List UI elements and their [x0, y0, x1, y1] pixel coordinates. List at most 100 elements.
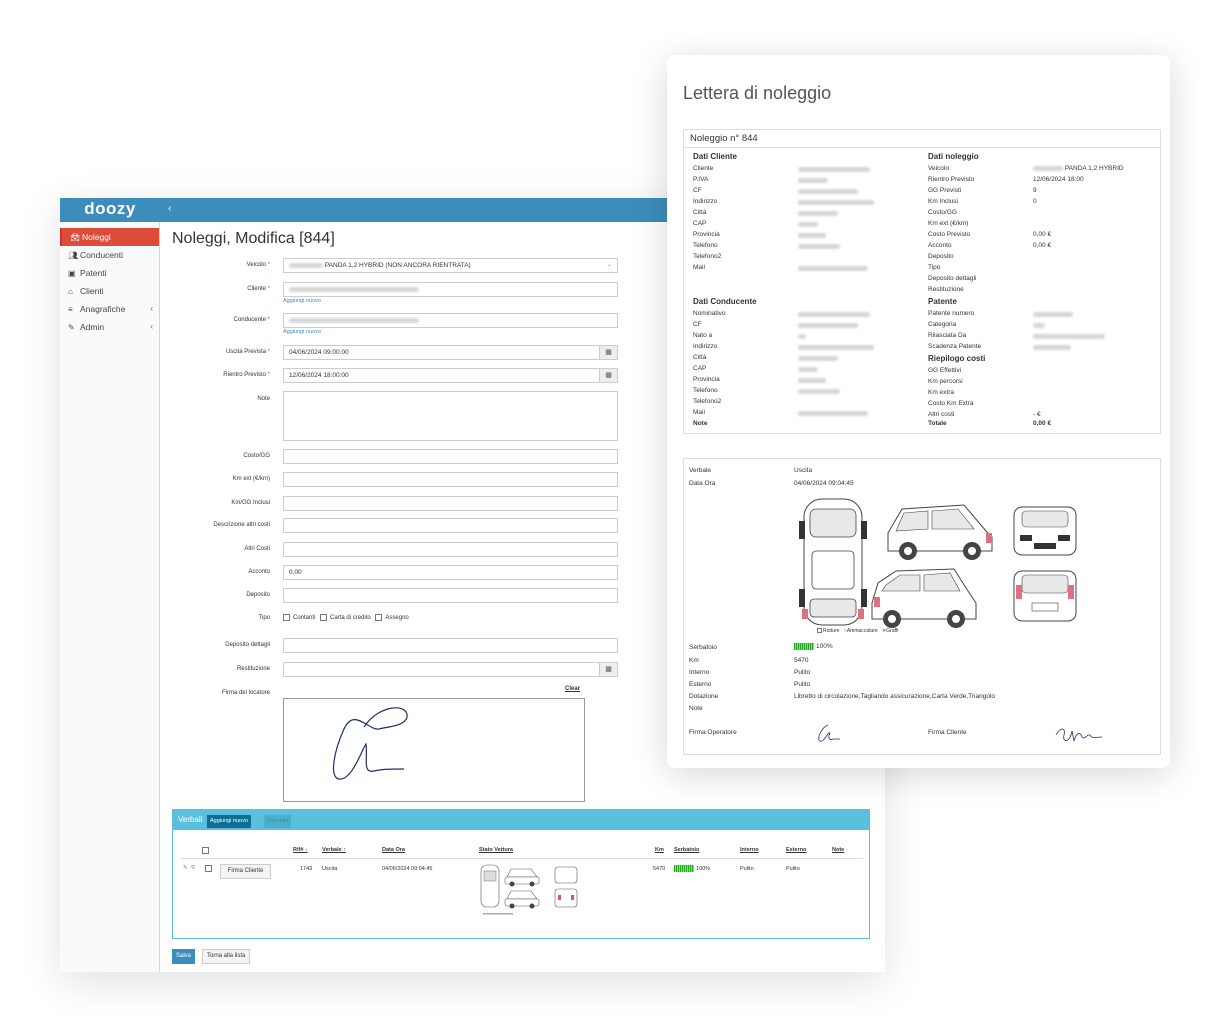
- calendar-icon[interactable]: ▦: [599, 346, 617, 359]
- km-gg-input[interactable]: [283, 496, 618, 511]
- uscita-input[interactable]: 04/06/2024 09:00:00 ▦: [283, 345, 618, 360]
- acconto-input[interactable]: 0,00: [283, 565, 618, 580]
- row-km: 5470: [653, 866, 666, 872]
- costo-gg-label: Costo/GG: [243, 453, 270, 459]
- search-icon[interactable]: ⚲: [191, 865, 195, 871]
- altri-costi-input[interactable]: [283, 542, 618, 557]
- save-button[interactable]: Salva: [172, 949, 196, 964]
- sidebar-item-admin[interactable]: ✎ Admin ‹: [60, 318, 159, 336]
- car-diagram-thumbnail[interactable]: [479, 861, 581, 916]
- screenshot-root: doozy ‹ 🚘︎ Noleggi 👥︎ Conducenti ▣ Patenti …: [0, 0, 1230, 1036]
- contanti-label: Contanti: [293, 615, 316, 622]
- col-data-ora[interactable]: Data Ora: [382, 847, 405, 853]
- totale-label: Totale: [928, 420, 947, 427]
- fuel-gauge: [794, 643, 814, 650]
- calendar-icon[interactable]: ▦: [599, 369, 617, 382]
- sidebar-item-clienti[interactable]: ⌂ Clienti: [60, 282, 159, 300]
- note-label: Note: [689, 705, 703, 712]
- dotazione-label: Dotazione: [689, 693, 719, 700]
- citta-label: Città: [693, 209, 707, 216]
- sidebar-toggle-icon[interactable]: ‹: [168, 203, 171, 214]
- cliente-add-link[interactable]: Aggiungi nuovo: [283, 298, 321, 304]
- firma-label: Firma del locatore: [221, 690, 270, 696]
- km-gg-label: Km/GG Inclusi: [231, 500, 270, 506]
- veicolo-select[interactable]: PANDA 1,2 HYBRID (NON ANCORA RIENTRATA) …: [283, 258, 618, 273]
- piva-label: P.IVA: [693, 176, 709, 183]
- signature-pad[interactable]: [283, 698, 585, 802]
- col-serbatoio[interactable]: Serbatoio: [674, 847, 699, 853]
- row-data-ora: 04/06/2024 09:04:45: [382, 866, 433, 872]
- assegno-checkbox[interactable]: [375, 614, 383, 621]
- clear-signature-link[interactable]: Clear: [565, 686, 580, 692]
- conducente-label: Conducente *: [233, 317, 270, 323]
- sidebar-item-anagrafiche[interactable]: ≡ Anagrafiche ‹: [60, 300, 159, 318]
- sidebar-item-noleggi[interactable]: 🚘︎ Noleggi: [60, 228, 159, 246]
- damage-legend: Rotture ○Ammaccature ✕Graffi: [817, 628, 898, 634]
- conducente-add-link[interactable]: Aggiungi nuovo: [283, 329, 321, 335]
- rental-number: Noleggio n° 844: [684, 130, 1160, 148]
- restituzione-input[interactable]: ▦: [283, 662, 618, 677]
- esterno-label: Esterno: [689, 681, 712, 688]
- users-icon: 👥︎: [68, 251, 79, 260]
- col-rif[interactable]: Rif# ↓: [293, 847, 308, 853]
- sidebar-item-label: Clienti: [80, 286, 104, 296]
- verbale-value: Uscita: [794, 467, 813, 474]
- km-label: Km: [689, 657, 699, 664]
- col-verbale[interactable]: Verbale ↑: [322, 847, 346, 853]
- esterno-value: Pulito: [794, 681, 811, 688]
- mail-label: Mail: [693, 264, 705, 271]
- row-serbatoio: 100%: [674, 865, 710, 872]
- descr-costi-input[interactable]: [283, 518, 618, 533]
- row-interno: Pulito: [740, 866, 754, 872]
- add-verbale-button[interactable]: Aggiungi nuovo: [207, 815, 251, 828]
- col-esterno[interactable]: Esterno: [786, 847, 806, 853]
- car-damage-diagram[interactable]: [796, 491, 1086, 631]
- signature-drawing: [332, 707, 408, 780]
- firma-cliente-button[interactable]: Firma Cliente: [220, 864, 271, 879]
- data-ora-label: Data Ora: [689, 480, 716, 487]
- sidebar-item-label: Anagrafiche: [80, 304, 126, 314]
- dotazione-value: Libretto di circolazione,Tagliando assic…: [794, 693, 996, 700]
- deposito-input[interactable]: [283, 588, 618, 603]
- carta-label: Carta di credito: [330, 615, 371, 622]
- assegno-label: Assegno: [385, 615, 409, 622]
- sidebar-item-label: Conducenti: [80, 250, 124, 260]
- col-note[interactable]: Note: [832, 847, 844, 853]
- note-textarea[interactable]: [283, 391, 618, 441]
- cliente-label: Cliente: [693, 165, 714, 172]
- delete-verbale-button[interactable]: Cancella: [264, 815, 292, 828]
- contanti-checkbox[interactable]: [283, 614, 290, 621]
- km-ext-input[interactable]: [283, 472, 618, 487]
- sidebar-item-patenti[interactable]: ▣ Patenti: [60, 264, 159, 282]
- cliente-input[interactable]: [283, 282, 618, 297]
- calendar-icon[interactable]: ▦: [599, 663, 617, 676]
- carta-checkbox[interactable]: [320, 614, 328, 621]
- col-stato-vettura[interactable]: Stato Vettura: [479, 847, 513, 853]
- row-checkbox[interactable]: [205, 865, 212, 872]
- back-to-list-button[interactable]: Torna alla lista: [202, 949, 251, 964]
- conducente-input[interactable]: [283, 313, 618, 328]
- indirizzo-label: Indirizzo: [693, 198, 718, 205]
- telefono-label: Telefono: [693, 242, 718, 249]
- bank-icon: ⌂: [68, 287, 73, 296]
- chevron-left-icon: ‹: [150, 322, 153, 331]
- col-interno[interactable]: Interno: [740, 847, 759, 853]
- select-all-checkbox[interactable]: [202, 847, 209, 854]
- sidebar-item-conducenti[interactable]: 👥︎ Conducenti: [60, 246, 159, 264]
- rientro-input[interactable]: 12/06/2024 18:00:00 ▦: [283, 368, 618, 383]
- costo-gg-input[interactable]: [283, 449, 618, 464]
- riepilogo-title: Riepilogo costi: [928, 354, 986, 363]
- rientro-label: Rientro Previsto *: [223, 372, 270, 378]
- edit-icon[interactable]: ✎: [183, 865, 188, 871]
- serbatoio-label: Serbatoio: [689, 644, 717, 651]
- col-km[interactable]: Km: [655, 847, 664, 853]
- car-thumbnail-svg: [480, 864, 578, 915]
- note-label: Note: [693, 420, 708, 427]
- client-signature: [1055, 728, 1103, 742]
- deposito-dettagli-input[interactable]: [283, 638, 618, 653]
- km-ext-label: Km ext (€/km): [232, 476, 270, 482]
- verbale-box: Verbale Uscita Data Ora 04/06/2024 09:04…: [683, 458, 1161, 755]
- cap-label: CAP: [693, 220, 707, 227]
- interno-label: Interno: [689, 669, 710, 676]
- operator-signature: [818, 724, 840, 742]
